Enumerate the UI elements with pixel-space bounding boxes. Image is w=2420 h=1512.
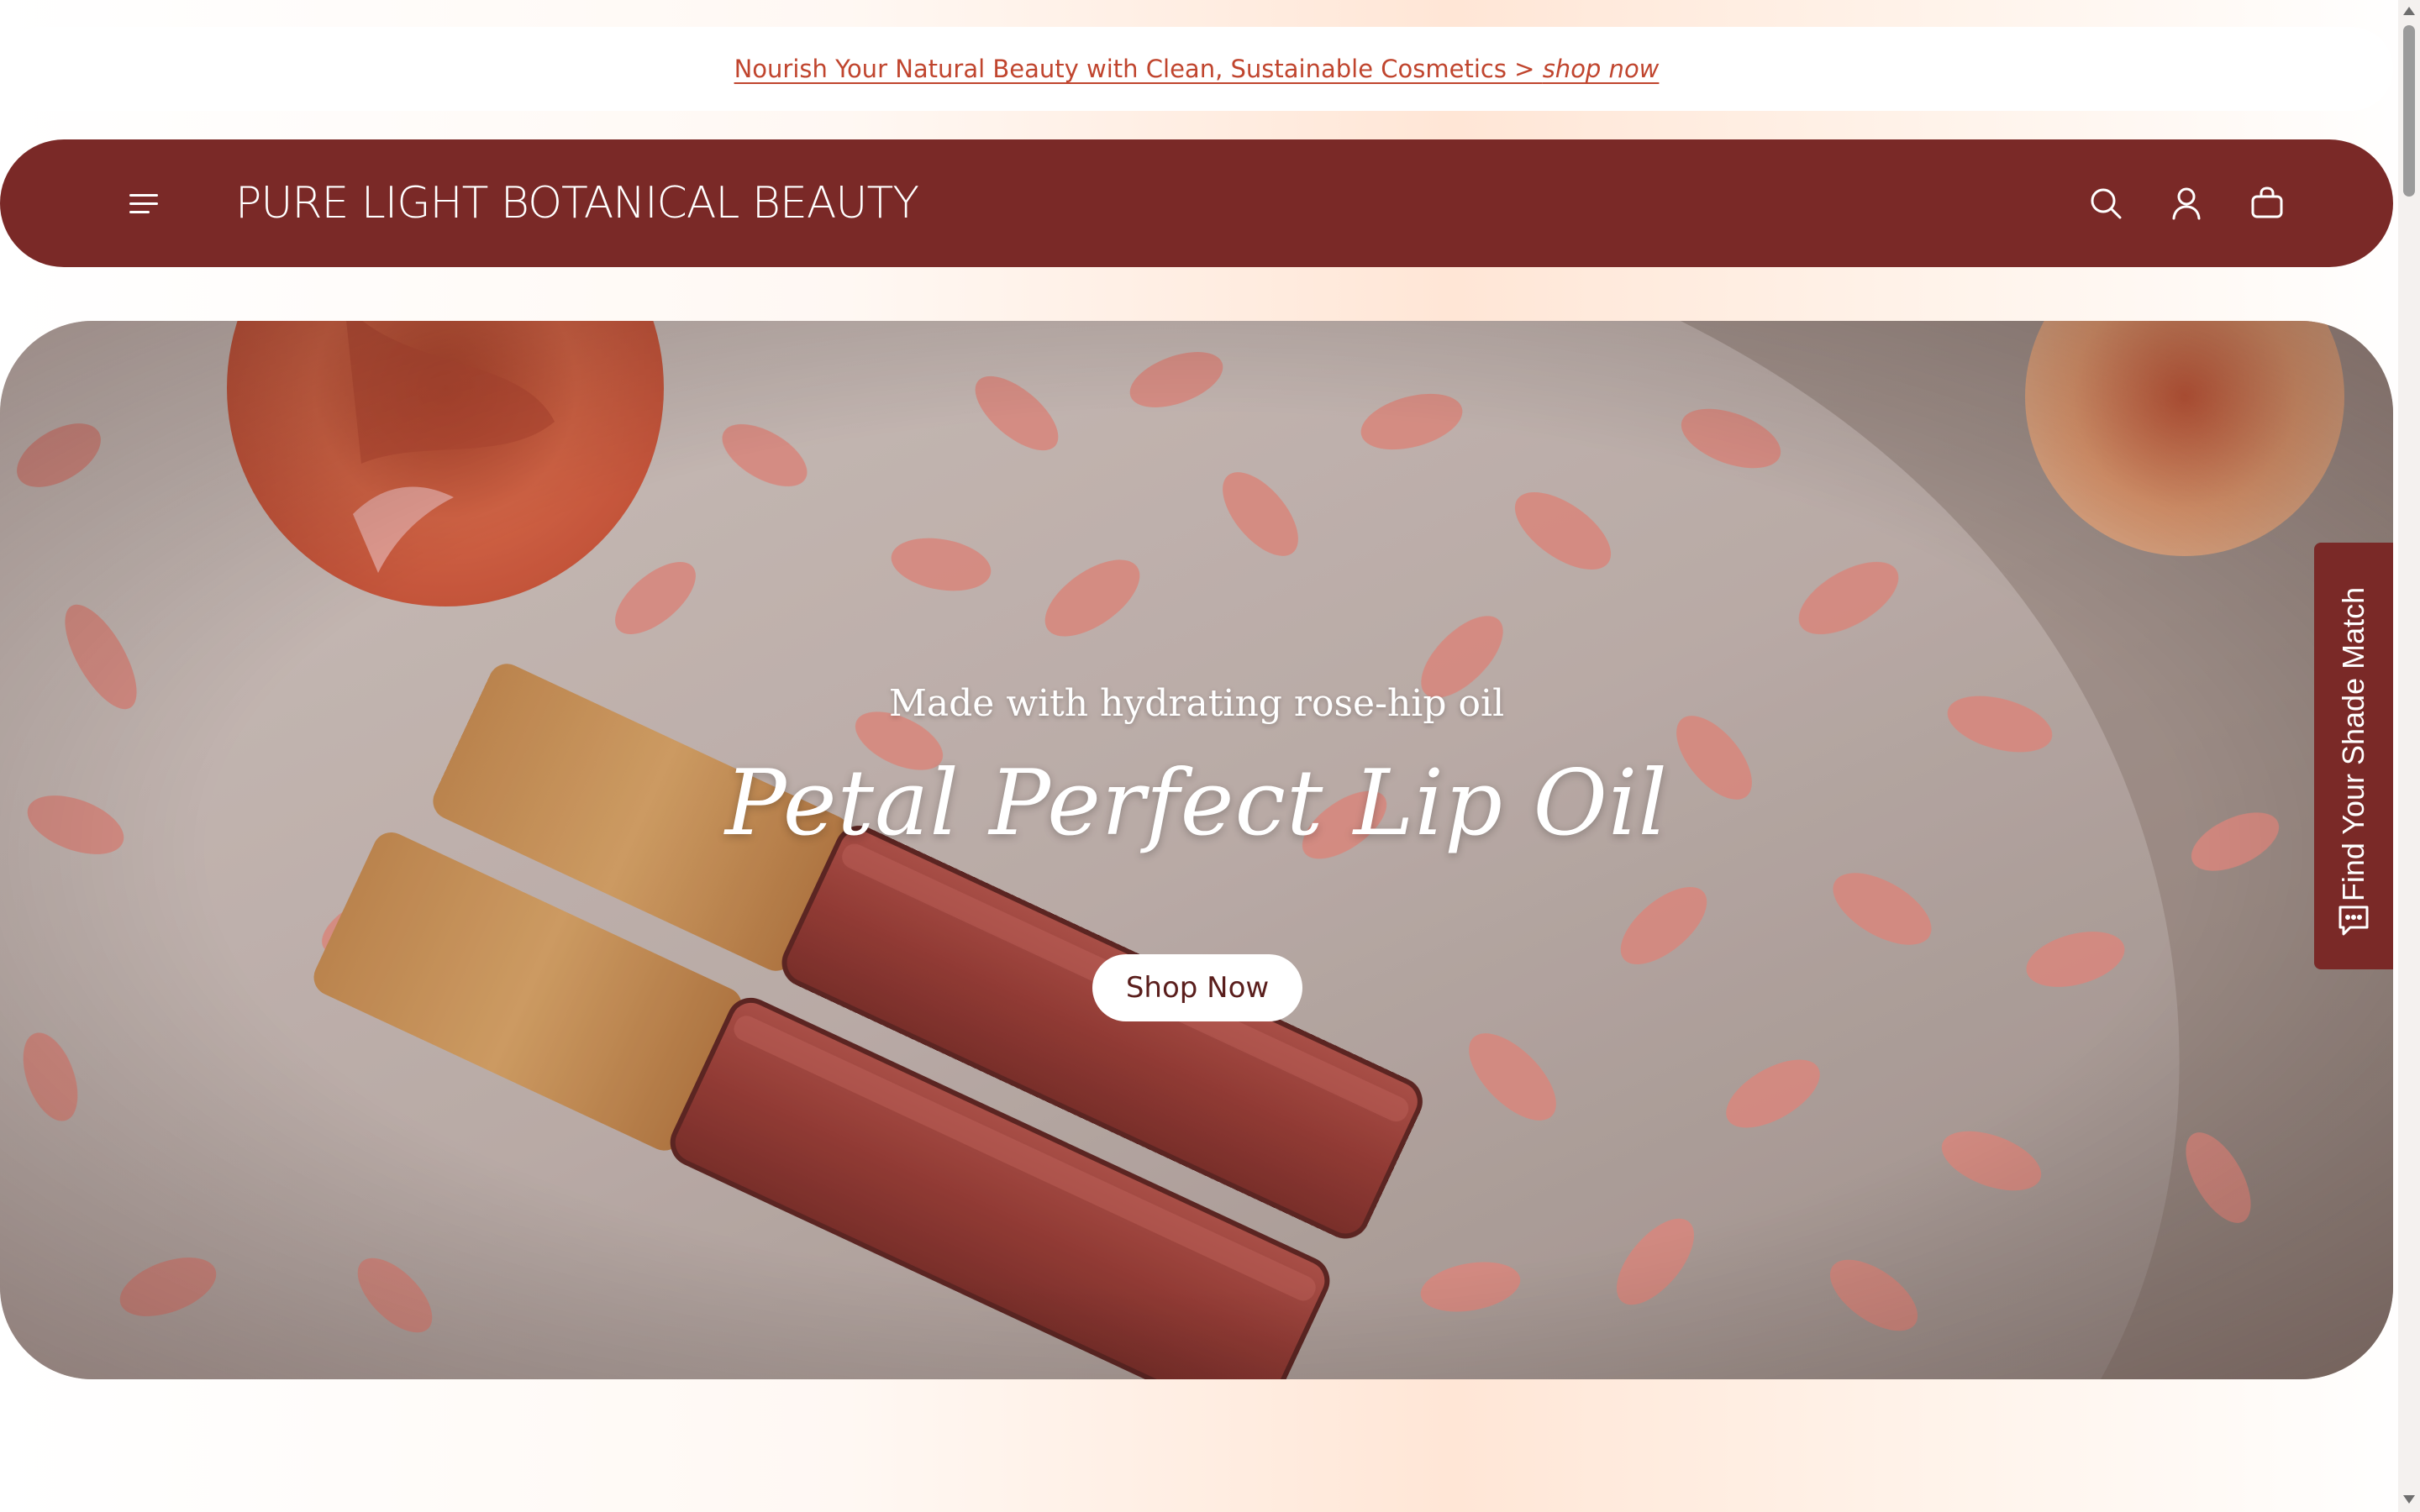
scroll-down-arrow-icon[interactable] bbox=[2403, 1495, 2415, 1504]
site-logo[interactable]: PURE LIGHT BOTANICAL BEAUTY bbox=[235, 180, 919, 227]
shade-tab-label: Find Your Shade Match bbox=[2336, 586, 2370, 902]
hero-title: Petal Perfect Lip Oil bbox=[724, 751, 1669, 856]
hero-subtitle: Made with hydrating rose-hip oil bbox=[888, 682, 1505, 725]
chat-icon bbox=[2335, 902, 2372, 939]
find-shade-match-tab[interactable]: Find Your Shade Match bbox=[2314, 543, 2393, 969]
announcement-bar: Nourish Your Natural Beauty with Clean, … bbox=[0, 27, 2393, 111]
scrollbar-thumb[interactable] bbox=[2403, 25, 2415, 197]
menu-icon[interactable] bbox=[126, 186, 160, 220]
cart-icon[interactable] bbox=[2247, 183, 2287, 223]
search-icon[interactable] bbox=[2086, 183, 2126, 223]
scroll-up-arrow-icon[interactable] bbox=[2403, 7, 2415, 15]
announcement-link[interactable]: Nourish Your Natural Beauty with Clean, … bbox=[734, 55, 1660, 83]
announcement-text: Nourish Your Natural Beauty with Clean, … bbox=[734, 55, 1543, 83]
page-scrollbar[interactable] bbox=[2398, 0, 2420, 1512]
site-header: PURE LIGHT BOTANICAL BEAUTY bbox=[0, 139, 2393, 267]
page: Nourish Your Natural Beauty with Clean, … bbox=[0, 0, 2398, 1512]
hero-banner: Made with hydrating rose-hip oil Petal P… bbox=[0, 321, 2393, 1379]
announcement-cta: shop now bbox=[1542, 55, 1660, 83]
shop-now-button[interactable]: Shop Now bbox=[1092, 954, 1302, 1021]
account-icon[interactable] bbox=[2166, 183, 2207, 223]
